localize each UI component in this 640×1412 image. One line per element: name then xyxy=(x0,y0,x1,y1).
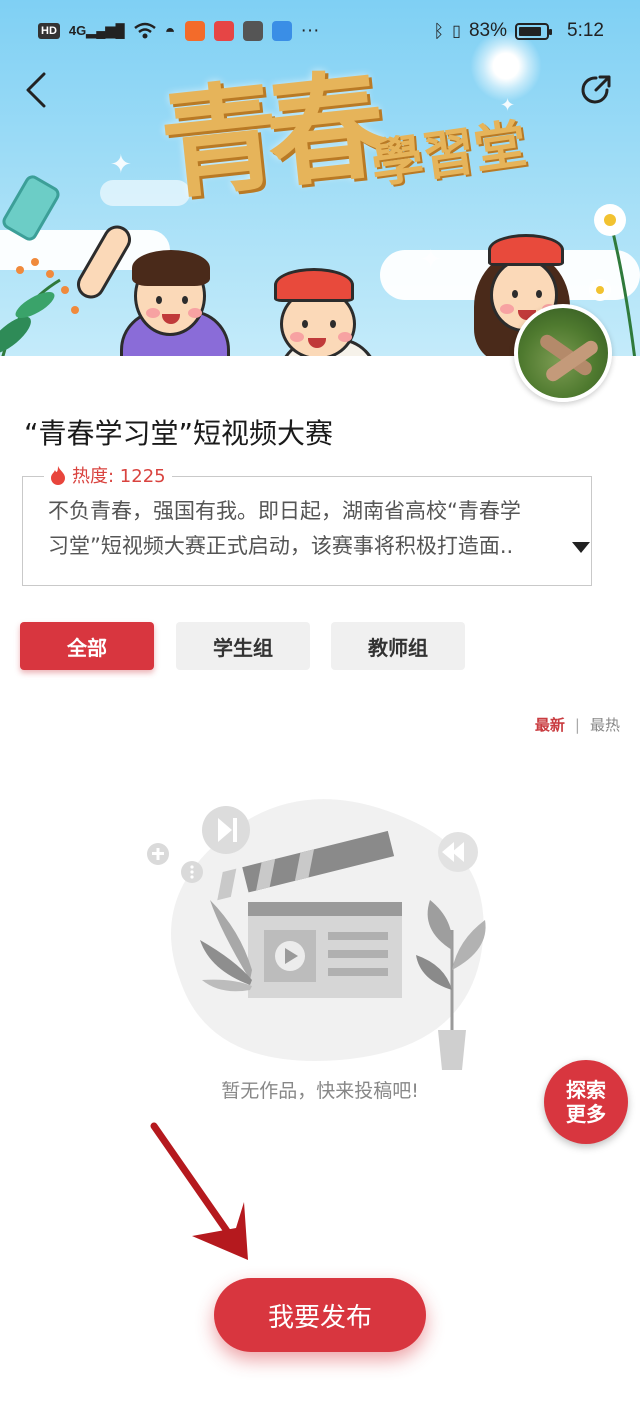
battery-level xyxy=(519,26,542,36)
star-decoration: ✦ xyxy=(420,245,442,275)
flame-icon xyxy=(51,466,65,485)
publish-button[interactable]: 我要发布 xyxy=(214,1278,426,1352)
hd-indicator: HD xyxy=(38,23,60,39)
vibrate-icon: ▯ xyxy=(452,23,461,40)
sort-hottest[interactable]: 最热 xyxy=(590,714,620,735)
tab-student-group[interactable]: 学生组 xyxy=(176,622,310,670)
organizer-avatar[interactable] xyxy=(514,304,612,402)
signal-icon: 4G▂▄▆█ xyxy=(68,23,125,38)
explore-more-button[interactable]: 探索 更多 xyxy=(544,1060,628,1144)
heat-badge: 热度: 1225 xyxy=(44,462,172,488)
description-line: 习堂”短视频大赛正式启动，该赛事将积极打造面.. xyxy=(48,534,514,558)
sort-toggle: 最新 | 最热 xyxy=(535,714,620,735)
empty-state-illustration xyxy=(147,799,486,1070)
bluetooth-icon: ᛒ xyxy=(433,20,445,41)
explore-line-1: 探索 xyxy=(566,1078,606,1102)
description-line: 不负青春，强国有我。即日起，湖南省高校“青春学 xyxy=(48,499,521,523)
explore-line-2: 更多 xyxy=(566,1102,606,1126)
contest-title: “青春学习堂”短视频大赛 xyxy=(24,417,334,450)
wifi-icon xyxy=(133,22,156,39)
star-decoration: ✦ xyxy=(110,150,132,180)
status-bar: HD 4G▂▄▆█ ◓ ··· ᛒ ▯ 83% 5:12 xyxy=(0,0,640,62)
app-icon xyxy=(242,21,263,41)
qq-icon: ◓ xyxy=(164,20,176,41)
more-dots-icon xyxy=(181,861,203,883)
sort-divider: | xyxy=(574,715,580,734)
battery-icon xyxy=(515,22,553,40)
banner-subtitle-art: 學習堂 xyxy=(367,113,531,196)
sort-newest[interactable]: 最新 xyxy=(535,714,565,735)
more-notifications-icon: ··· xyxy=(300,20,320,41)
expand-icon[interactable] xyxy=(572,542,590,553)
cloud-app-icon xyxy=(271,21,292,41)
taobao-app-icon xyxy=(184,21,205,41)
network-type-label: 4G xyxy=(68,23,87,38)
heat-label: 热度: 1225 xyxy=(72,466,166,487)
rewind-icon xyxy=(438,832,478,872)
tab-all[interactable]: 全部 xyxy=(20,622,154,670)
clock: 5:12 xyxy=(567,20,604,41)
annotation-arrow xyxy=(150,1122,248,1260)
mail-app-icon xyxy=(213,21,234,41)
skip-icon xyxy=(202,806,250,854)
back-icon[interactable] xyxy=(22,72,52,108)
battery-percent: 83% xyxy=(468,20,508,41)
tab-teacher-group[interactable]: 教师组 xyxy=(331,622,465,670)
plus-icon xyxy=(147,843,169,865)
description-text: 不负青春，强国有我。即日起，湖南省高校“青春学 习堂”短视频大赛正式启动，该赛事… xyxy=(48,494,594,564)
share-icon[interactable] xyxy=(580,74,612,106)
